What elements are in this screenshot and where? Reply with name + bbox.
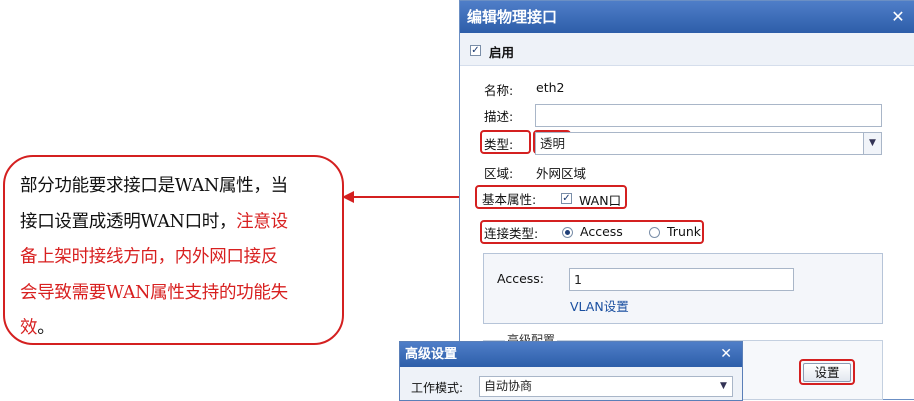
trunk-radio[interactable] [649,227,660,238]
work-mode-chevron-down-icon[interactable]: ▼ [715,377,732,396]
access-vlan-input[interactable]: 1 [569,268,794,291]
connection-type-label: 连接类型: [484,226,539,241]
name-value: eth2 [536,80,565,95]
work-mode-label: 工作模式: [411,381,464,395]
callout-line-2-highlight: 注意设 [236,211,288,232]
type-select-value: 透明 [540,136,566,151]
wan-label: WAN口 [579,193,622,208]
chevron-down-icon[interactable]: ▼ [863,133,881,154]
access-radio[interactable] [562,227,573,238]
dialog-title-bar: 编辑物理接口 [460,1,914,33]
enable-label: 启用 [489,45,515,60]
enable-bar [460,33,914,66]
enable-checkbox[interactable]: ✓ [470,45,481,56]
wan-checkbox[interactable]: ✓ [561,193,572,204]
access-vlan-label: Access: [497,271,545,286]
annotation-callout: 部分功能要求接口是WAN属性，当 接口设置成透明WAN口时，注意设 备上架时接线… [3,155,344,345]
type-label: 类型: [484,137,514,152]
description-input[interactable] [535,104,882,127]
advanced-close-icon[interactable]: ✕ [720,342,732,367]
work-mode-select[interactable]: 自动协商 ▼ [479,376,733,397]
trunk-radio-label: Trunk [667,224,702,239]
dialog-title: 编辑物理接口 [467,8,558,26]
callout-line-1: 部分功能要求接口是WAN属性，当 [20,176,288,196]
callout-line-2-text: 接口设置成透明WAN口时， [20,211,237,232]
zone-label: 区域: [484,166,514,181]
zone-value: 外网区域 [536,166,587,181]
close-icon[interactable]: ✕ [890,6,906,26]
callout-line-3: 备上架时接线方向，内外网口接反 [20,247,278,267]
callout-line-5-highlight: 效 [20,318,38,338]
advanced-dialog-title: 高级设置 [405,347,458,362]
callout-line-5: 效。 [20,311,328,347]
type-select[interactable]: 透明 ▼ [535,132,882,155]
description-label: 描述: [484,109,514,124]
basic-attribute-label: 基本属性: [482,192,537,207]
callout-line-2: 接口设置成透明WAN口时，注意设 [20,205,328,241]
advanced-dialog-title-bar: 高级设置 [400,342,742,367]
work-mode-value: 自动协商 [484,379,533,393]
settings-button[interactable]: 设置 [803,363,851,382]
name-label: 名称: [484,83,514,98]
callout-line-5-end: 。 [37,318,55,338]
access-radio-label: Access [580,224,623,239]
vlan-settings-link[interactable]: VLAN设置 [570,296,629,315]
callout-line-4: 会导致需要WAN属性支持的功能失 [20,282,288,303]
